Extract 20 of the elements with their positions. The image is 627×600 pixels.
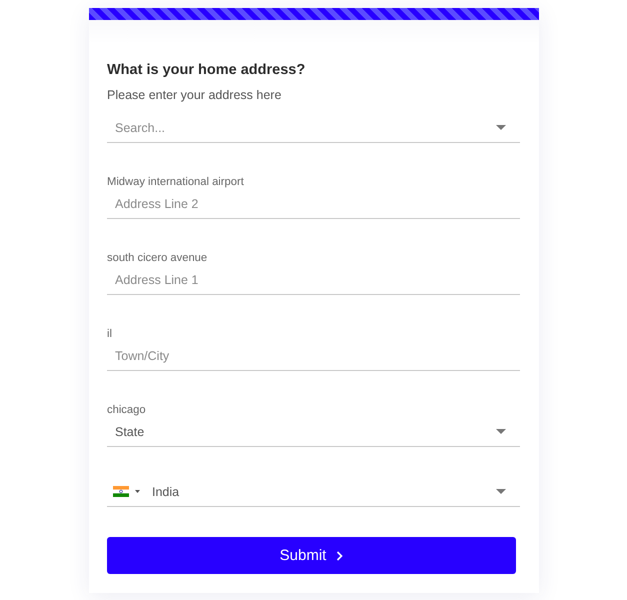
field-label: il xyxy=(107,327,112,341)
submit-button[interactable]: Submit xyxy=(107,537,516,574)
form-title: What is your home address? xyxy=(107,61,306,80)
caret-icon xyxy=(496,489,506,494)
dropdown-field[interactable]: Search... xyxy=(107,113,520,143)
search-input[interactable]: Search... xyxy=(115,120,490,134)
country-dropdown-field[interactable]: India xyxy=(107,477,520,507)
flag-icon xyxy=(113,486,129,497)
chevron-right-icon xyxy=(336,550,344,560)
dropdown-field[interactable]: State xyxy=(107,417,520,447)
text-field[interactable]: Address Line 2 xyxy=(107,189,520,219)
caret-icon xyxy=(135,490,140,493)
form-subtitle: Please enter your address here xyxy=(107,87,282,104)
field-label: south cicero avenue xyxy=(107,251,208,265)
caret-icon xyxy=(496,125,506,130)
text-field[interactable]: Town/City xyxy=(107,341,520,371)
field-label: chicago xyxy=(107,403,146,417)
caret-icon xyxy=(496,429,506,434)
field-label: Midway international airport xyxy=(107,175,244,189)
text-field[interactable]: Address Line 1 xyxy=(107,265,520,295)
